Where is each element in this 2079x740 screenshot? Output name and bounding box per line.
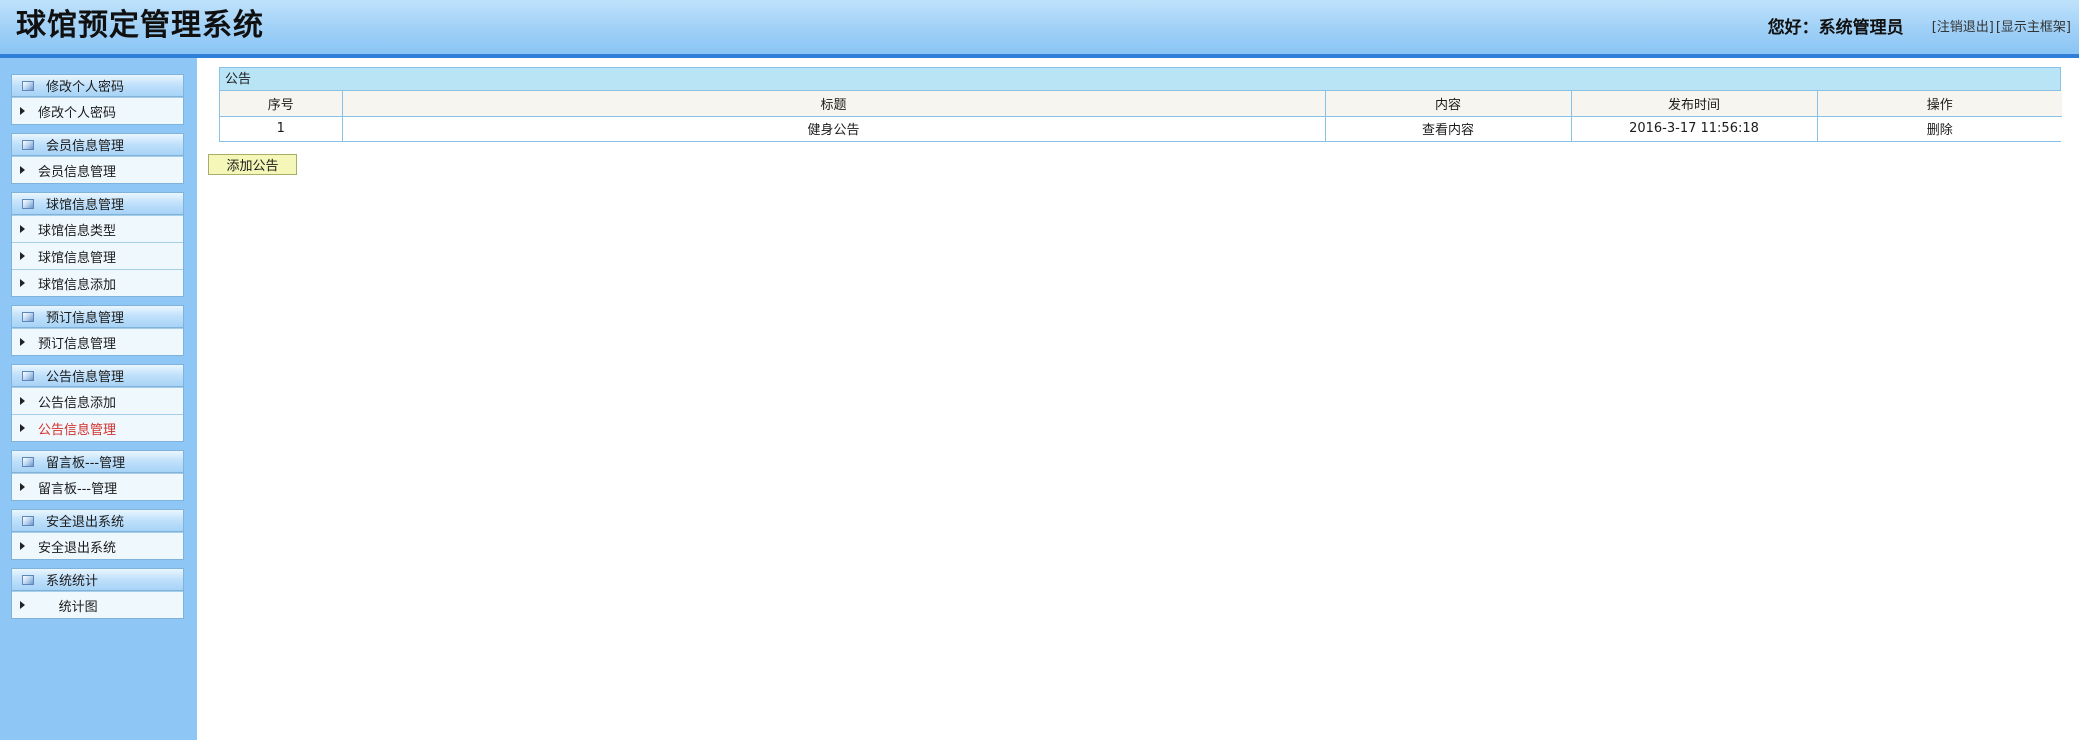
sidebar-item-label: 留言板---管理 [38,481,118,497]
sidebar-item-booking-management[interactable]: 预订信息管理 [12,328,183,355]
sidebar-item-member-management[interactable]: 会员信息管理 [12,156,183,183]
announcement-table: 序号 标题 内容 发布时间 操作 1 健身公告 查看内容 2016-3-17 1… [220,91,2062,141]
panel-title: 公告 [220,68,2060,91]
app-title: 球馆预定管理系统 [16,8,264,43]
sidebar-item-label: 球馆信息管理 [38,250,117,266]
sidebar-item-label: 预订信息管理 [38,336,117,352]
menu-group-bookings: 预订信息管理 预订信息管理 [11,305,184,356]
sidebar-item-label: 修改个人密码 [38,105,117,121]
table-row: 1 健身公告 查看内容 2016-3-17 11:56:18 删除 [220,115,2062,141]
menu-group-header[interactable]: 修改个人密码 [12,75,183,97]
menu-group-title: 系统统计 [46,574,99,589]
menu-group-title: 公告信息管理 [46,370,125,385]
cell-index: 1 [220,115,343,141]
column-header-title: 标题 [341,91,1326,117]
triangle-right-icon [20,166,25,174]
menu-group-statistics: 系统统计 统计图 [11,568,184,619]
triangle-right-icon [20,107,25,115]
header-user-area: 您好：系统管理员 [注销退出] [显示主框架] [1767,14,2071,38]
column-header-index: 序号 [220,91,343,117]
menu-group-title: 预订信息管理 [46,311,125,326]
view-content-link[interactable]: 查看内容 [1324,115,1572,141]
menu-group-header[interactable]: 预订信息管理 [12,306,183,328]
window-icon [22,198,34,209]
triangle-right-icon [20,225,25,233]
add-announcement-button[interactable]: 添加公告 [208,154,297,175]
sidebar-item-venue-management[interactable]: 球馆信息管理 [12,242,183,269]
triangle-right-icon [20,338,25,346]
menu-group-header[interactable]: 公告信息管理 [12,365,183,387]
sidebar-item-message-board[interactable]: 留言板---管理 [12,473,183,500]
cell-publish-time: 2016-3-17 11:56:18 [1570,115,1818,141]
menu-group-password: 修改个人密码 修改个人密码 [11,74,184,125]
triangle-right-icon [20,252,25,260]
menu-group-title: 留言板---管理 [46,456,126,471]
menu-group-message-board: 留言板---管理 留言板---管理 [11,450,184,501]
user-greeting: 您好：系统管理员 [1767,17,1904,38]
menu-group-logout: 安全退出系统 安全退出系统 [11,509,184,560]
menu-group-members: 会员信息管理 会员信息管理 [11,133,184,184]
column-header-action: 操作 [1816,91,2062,117]
cell-title: 健身公告 [341,115,1326,141]
window-icon [22,139,34,150]
triangle-right-icon [20,601,25,609]
menu-group-title: 修改个人密码 [46,80,125,95]
sidebar-item-venue-add[interactable]: 球馆信息添加 [12,269,183,296]
menu-group-header[interactable]: 球馆信息管理 [12,193,183,215]
column-header-content: 内容 [1324,91,1572,117]
sidebar-item-label: 球馆信息类型 [38,223,117,239]
window-icon [22,370,34,381]
sidebar-item-venue-types[interactable]: 球馆信息类型 [12,215,183,242]
sidebar-item-label: 统计图 [38,599,98,615]
delete-link[interactable]: 删除 [1816,115,2062,141]
triangle-right-icon [20,397,25,405]
menu-group-header[interactable]: 留言板---管理 [12,451,183,473]
window-icon [22,456,34,467]
menu-group-announcements: 公告信息管理 公告信息添加 公告信息管理 [11,364,184,442]
show-main-frame-link[interactable]: [显示主框架] [1996,16,2071,35]
sidebar-item-change-password[interactable]: 修改个人密码 [12,97,183,124]
menu-group-header[interactable]: 安全退出系统 [12,510,183,532]
triangle-right-icon [20,483,25,491]
window-icon [22,574,34,585]
window-icon [22,515,34,526]
menu-group-title: 球馆信息管理 [46,198,125,213]
triangle-right-icon [20,279,25,287]
menu-group-header[interactable]: 会员信息管理 [12,134,183,156]
sidebar-item-label: 公告信息添加 [38,395,117,411]
sidebar-item-label: 球馆信息添加 [38,277,117,293]
announcement-panel: 公告 序号 标题 内容 发布时间 操作 1 健身公告 查看内容 2016-3-1… [219,67,2062,142]
triangle-right-icon [20,424,25,432]
table-header-row: 序号 标题 内容 发布时间 操作 [220,91,2062,117]
sidebar-item-announcement-management[interactable]: 公告信息管理 [12,414,183,441]
triangle-right-icon [20,542,25,550]
sidebar-item-safe-logout[interactable]: 安全退出系统 [12,532,183,559]
sidebar-item-statistics-chart[interactable]: 统计图 [12,591,183,618]
sidebar-item-label-active: 公告信息管理 [38,422,117,438]
menu-group-venues: 球馆信息管理 球馆信息类型 球馆信息管理 球馆信息添加 [11,192,184,297]
column-header-time: 发布时间 [1570,91,1818,117]
main-content: 公告 序号 标题 内容 发布时间 操作 1 健身公告 查看内容 2016-3-1… [197,58,2079,740]
logout-link[interactable]: [注销退出] [1932,16,1994,35]
sidebar: 修改个人密码 修改个人密码 会员信息管理 会员信息管理 球馆信息管理 球馆信息类… [0,58,197,740]
sidebar-item-label: 安全退出系统 [38,540,117,556]
menu-group-title: 会员信息管理 [46,139,125,154]
sidebar-item-announcement-add[interactable]: 公告信息添加 [12,387,183,414]
sidebar-item-label: 会员信息管理 [38,164,117,180]
window-icon [22,80,34,91]
menu-group-header[interactable]: 系统统计 [12,569,183,591]
window-icon [22,311,34,322]
menu-group-title: 安全退出系统 [46,515,125,530]
header-bar: 球馆预定管理系统 您好：系统管理员 [注销退出] [显示主框架] [0,0,2079,58]
